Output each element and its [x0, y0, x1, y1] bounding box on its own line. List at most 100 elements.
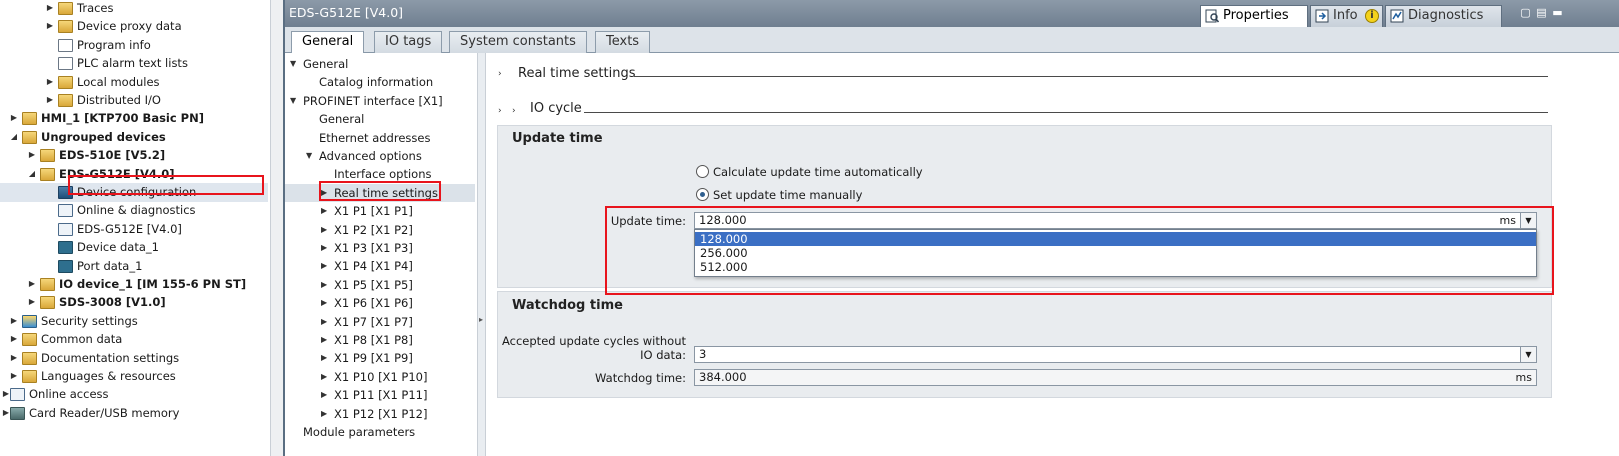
- collapsed-arrow-icon[interactable]: ▶: [28, 298, 36, 306]
- dropdown-option[interactable]: 256.000: [695, 246, 1536, 260]
- expanded-arrow-icon[interactable]: ▼: [290, 92, 296, 110]
- collapsed-arrow-icon[interactable]: ▶: [10, 353, 18, 362]
- collapsed-arrow-icon[interactable]: ▶: [321, 276, 327, 294]
- tree-item[interactable]: ▶ HMI_1 [KTP700 Basic PN]: [0, 109, 268, 128]
- radio-auto[interactable]: [696, 165, 709, 178]
- tab-general[interactable]: General: [291, 31, 365, 54]
- tab-system-constants[interactable]: System constants: [449, 31, 587, 53]
- collapsed-arrow-icon[interactable]: ▶: [10, 114, 18, 122]
- tree-item[interactable]: ▶ Online access: [0, 385, 268, 404]
- nav-item[interactable]: ▶ X1 P1 [X1 P1]: [285, 202, 475, 220]
- collapsed-arrow-icon[interactable]: ▶: [46, 77, 54, 86]
- collapsed-arrow-icon[interactable]: ▶: [46, 4, 54, 12]
- collapsed-arrow-icon[interactable]: ▶: [10, 335, 18, 343]
- chevron-down-icon[interactable]: ▼: [1520, 213, 1536, 228]
- splitter-grip-icon[interactable]: ▸: [479, 315, 485, 327]
- tree-item[interactable]: ▶ Documentation settings: [0, 349, 268, 368]
- collapsed-arrow-icon[interactable]: ▶: [321, 294, 327, 312]
- nav-item[interactable]: ▼ Advanced options: [285, 147, 475, 165]
- nav-item[interactable]: ▶ X1 P11 [X1 P11]: [285, 386, 475, 404]
- nav-item[interactable]: ▶ X1 P5 [X1 P5]: [285, 276, 475, 294]
- nav-item[interactable]: ▶ X1 P10 [X1 P10]: [285, 368, 475, 386]
- minimize-icon[interactable]: ▢: [1520, 7, 1531, 18]
- nav-item[interactable]: ▶ X1 P7 [X1 P7]: [285, 313, 475, 331]
- nav-item[interactable]: General: [285, 110, 475, 128]
- tree-item[interactable]: ▶ IO device_1 [IM 155-6 PN ST]: [0, 275, 268, 294]
- collapsed-arrow-icon[interactable]: ▶: [28, 151, 36, 159]
- nav-item[interactable]: ▶ X1 P2 [X1 P2]: [285, 221, 475, 239]
- expanded-arrow-icon[interactable]: ▼: [306, 147, 312, 165]
- collapsed-arrow-icon[interactable]: ▶: [2, 408, 10, 417]
- nav-item[interactable]: ▶ X1 P8 [X1 P8]: [285, 331, 475, 349]
- restore-icon[interactable]: ▤: [1536, 7, 1547, 18]
- tree-item[interactable]: ◢ Ungrouped devices: [0, 128, 268, 147]
- tab-texts[interactable]: Texts: [595, 31, 651, 53]
- tree-item[interactable]: ▶ Security settings: [0, 312, 268, 331]
- section-chevron-icon[interactable]: ›: [512, 106, 516, 116]
- collapsed-arrow-icon[interactable]: ▶: [321, 257, 327, 275]
- tree-item[interactable]: PLC alarm text lists: [0, 54, 268, 73]
- collapsed-arrow-icon[interactable]: ▶: [321, 331, 327, 349]
- close-icon[interactable]: ▬: [1552, 7, 1563, 18]
- tree-item[interactable]: ▶ Traces: [0, 0, 268, 18]
- project-tree-scrollbar[interactable]: [270, 0, 283, 456]
- nav-item[interactable]: ▶ Real time settings: [285, 183, 475, 202]
- nav-item[interactable]: ▶ X1 P4 [X1 P4]: [285, 257, 475, 275]
- dropdown-option[interactable]: 512.000: [695, 260, 1536, 274]
- tree-item[interactable]: ▶ Card Reader/USB memory: [0, 404, 268, 423]
- radio-manual[interactable]: [696, 188, 709, 201]
- nav-item[interactable]: ▶ X1 P6 [X1 P6]: [285, 294, 475, 312]
- collapsed-arrow-icon[interactable]: ▶: [321, 239, 327, 257]
- collapsed-arrow-icon[interactable]: ▶: [321, 221, 327, 239]
- nav-item[interactable]: ▼ General: [285, 55, 475, 73]
- collapsed-arrow-icon[interactable]: ▶: [10, 372, 18, 380]
- collapsed-arrow-icon[interactable]: ▶: [46, 22, 54, 30]
- nav-item[interactable]: ▶ X1 P12 [X1 P12]: [285, 405, 475, 423]
- tree-item[interactable]: Device data_1: [0, 238, 268, 257]
- tree-item[interactable]: ◢ EDS-G512E [V4.0]: [0, 165, 268, 184]
- tree-item[interactable]: ▶ Local modules: [0, 73, 268, 92]
- tree-item[interactable]: ▶ Languages & resources: [0, 367, 268, 386]
- expanded-arrow-icon[interactable]: ▼: [290, 55, 296, 73]
- collapsed-arrow-icon[interactable]: ▶: [321, 349, 327, 367]
- tree-item[interactable]: Port data_1: [0, 257, 268, 276]
- tab-info[interactable]: Info i: [1310, 5, 1383, 27]
- nav-item[interactable]: Interface options: [285, 165, 475, 183]
- collapsed-arrow-icon[interactable]: ▶: [321, 386, 327, 404]
- expanded-arrow-icon[interactable]: ◢: [28, 169, 36, 178]
- update-time-select[interactable]: 128.000 ms ▼: [694, 212, 1537, 229]
- tree-item[interactable]: Online & diagnostics: [0, 201, 268, 220]
- dropdown-option[interactable]: 128.000: [695, 232, 1536, 246]
- chevron-down-icon[interactable]: ▼: [1520, 347, 1536, 362]
- tree-item[interactable]: Program info: [0, 36, 268, 55]
- nav-item[interactable]: Ethernet addresses: [285, 129, 475, 147]
- nav-item[interactable]: ▼ PROFINET interface [X1]: [285, 92, 475, 110]
- tree-item[interactable]: ▶ EDS-510E [V5.2]: [0, 146, 268, 165]
- collapsed-arrow-icon[interactable]: ▶: [321, 368, 327, 386]
- expanded-arrow-icon[interactable]: ◢: [10, 132, 18, 141]
- collapsed-arrow-icon[interactable]: ▶: [28, 280, 36, 288]
- tree-item[interactable]: EDS-G512E [V4.0]: [0, 220, 268, 239]
- nav-item[interactable]: Module parameters: [285, 423, 475, 441]
- tree-item[interactable]: Device configuration: [0, 183, 268, 202]
- tab-diagnostics[interactable]: Diagnostics: [1385, 5, 1502, 27]
- section-chevron-icon[interactable]: ›: [498, 106, 502, 116]
- tab-io-tags[interactable]: IO tags: [374, 31, 443, 53]
- accepted-cycles-select[interactable]: 3 ▼: [694, 346, 1537, 363]
- collapsed-arrow-icon[interactable]: ▶: [321, 202, 327, 220]
- collapsed-arrow-icon[interactable]: ▶: [321, 313, 327, 331]
- collapsed-arrow-icon[interactable]: ▶: [321, 184, 327, 202]
- nav-item[interactable]: ▶ X1 P3 [X1 P3]: [285, 239, 475, 257]
- nav-item[interactable]: ▶ X1 P9 [X1 P9]: [285, 349, 475, 367]
- section-chevron-icon[interactable]: ›: [498, 69, 502, 79]
- collapsed-arrow-icon[interactable]: ▶: [321, 405, 327, 423]
- tree-item[interactable]: ▶ SDS-3008 [V1.0]: [0, 293, 268, 312]
- nav-splitter[interactable]: ▸: [477, 53, 486, 456]
- nav-item[interactable]: Catalog information: [285, 73, 475, 91]
- tab-properties[interactable]: Properties: [1200, 5, 1308, 27]
- tree-item[interactable]: ▶ Device proxy data: [0, 17, 268, 36]
- collapsed-arrow-icon[interactable]: ▶: [46, 96, 54, 104]
- collapsed-arrow-icon[interactable]: ▶: [2, 390, 10, 398]
- collapsed-arrow-icon[interactable]: ▶: [10, 316, 18, 325]
- tree-item[interactable]: ▶ Common data: [0, 330, 268, 349]
